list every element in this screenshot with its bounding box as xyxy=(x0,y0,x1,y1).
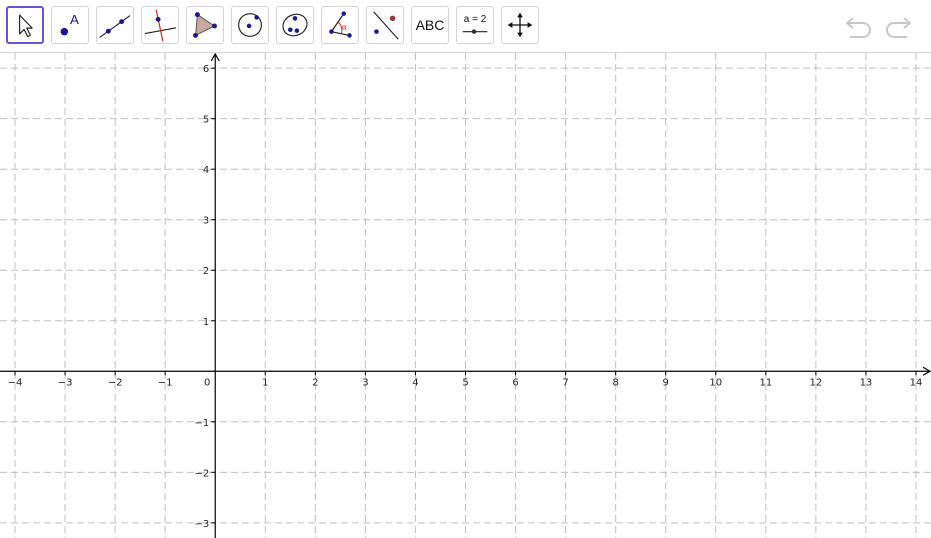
y-tick-label: 6 xyxy=(203,64,209,75)
undo-button[interactable] xyxy=(844,12,876,42)
circle-tool-button[interactable] xyxy=(231,6,269,44)
x-tick-label: 0 xyxy=(204,377,210,388)
y-tick-label: 5 xyxy=(203,115,209,126)
move-graphics-view-tool-button[interactable] xyxy=(501,6,539,44)
polygon-tool-button[interactable] xyxy=(186,6,224,44)
y-tick-label: −3 xyxy=(194,519,209,530)
graphics-view[interactable]: −4 −3 −2 −1 0 1 2 3 4 5 6 7 8 9 10 11 12 13 14 −3 −2 −1 1 2 3 4 5 6 xyxy=(0,53,931,538)
reflect-icon xyxy=(373,11,399,40)
x-tick-label: 9 xyxy=(663,377,669,388)
line-tool-button[interactable] xyxy=(96,6,134,44)
x-tick-label: 12 xyxy=(810,377,823,388)
y-tick-label: −1 xyxy=(194,418,209,429)
point-tool-label: A xyxy=(70,12,79,27)
redo-button[interactable] xyxy=(881,12,913,42)
toolbar: A α ABC a = 2 xyxy=(0,0,931,53)
point-tool-button[interactable]: A xyxy=(51,6,89,44)
perpendicular-line-icon xyxy=(144,9,177,42)
x-tick-label: 4 xyxy=(412,377,418,388)
redo-icon xyxy=(886,17,911,38)
angle-tool-button[interactable]: α xyxy=(321,6,359,44)
reflect-tool-button[interactable] xyxy=(366,6,404,44)
x-tick-label: 13 xyxy=(860,377,873,388)
y-tick-label: 3 xyxy=(203,216,209,227)
x-tick-label: −1 xyxy=(158,377,173,388)
x-tick-label: 2 xyxy=(312,377,318,388)
x-tick-label: −2 xyxy=(108,377,123,388)
x-tick-label: 7 xyxy=(562,377,568,388)
angle-tool-label: α xyxy=(342,23,347,32)
move-tool-button[interactable] xyxy=(6,6,44,44)
x-tick-label: 11 xyxy=(759,377,772,388)
x-tick-label: 3 xyxy=(362,377,368,388)
x-tick-label: 14 xyxy=(910,377,923,388)
text-icon: ABC xyxy=(415,17,445,33)
x-tick-label: 1 xyxy=(262,377,268,388)
point-icon: A xyxy=(60,12,79,36)
y-tick-label: 2 xyxy=(203,266,209,277)
angle-icon: α xyxy=(329,11,352,38)
ellipse-tool-button[interactable] xyxy=(276,6,314,44)
y-tick-label: 4 xyxy=(203,165,209,176)
perpendicular-line-tool-button[interactable] xyxy=(141,6,179,44)
x-tick-label: −3 xyxy=(58,377,73,388)
y-tick-label: 1 xyxy=(203,317,209,328)
slider-icon xyxy=(462,29,488,34)
x-tick-label: 5 xyxy=(462,377,468,388)
x-tick-label: 6 xyxy=(512,377,518,388)
y-tick-label: −2 xyxy=(194,468,209,479)
slider-tool-button[interactable]: a = 2 xyxy=(456,6,494,44)
move-graphics-view-icon xyxy=(507,12,533,38)
graphics-canvas[interactable]: −4 −3 −2 −1 0 1 2 3 4 5 6 7 8 9 10 11 12 13 14−3−2−1123456 xyxy=(0,53,931,538)
x-tick-label: 8 xyxy=(612,377,618,388)
text-tool-button[interactable]: ABC xyxy=(411,6,449,44)
circle-center-point-icon xyxy=(238,13,262,37)
line-icon xyxy=(99,15,131,38)
x-tick-label: 10 xyxy=(709,377,722,388)
conic-ellipse-icon xyxy=(282,13,308,37)
polygon-icon xyxy=(193,12,217,38)
x-tick-label: −4 xyxy=(8,377,23,388)
move-arrow-icon xyxy=(19,14,33,38)
undo-icon xyxy=(846,17,871,38)
